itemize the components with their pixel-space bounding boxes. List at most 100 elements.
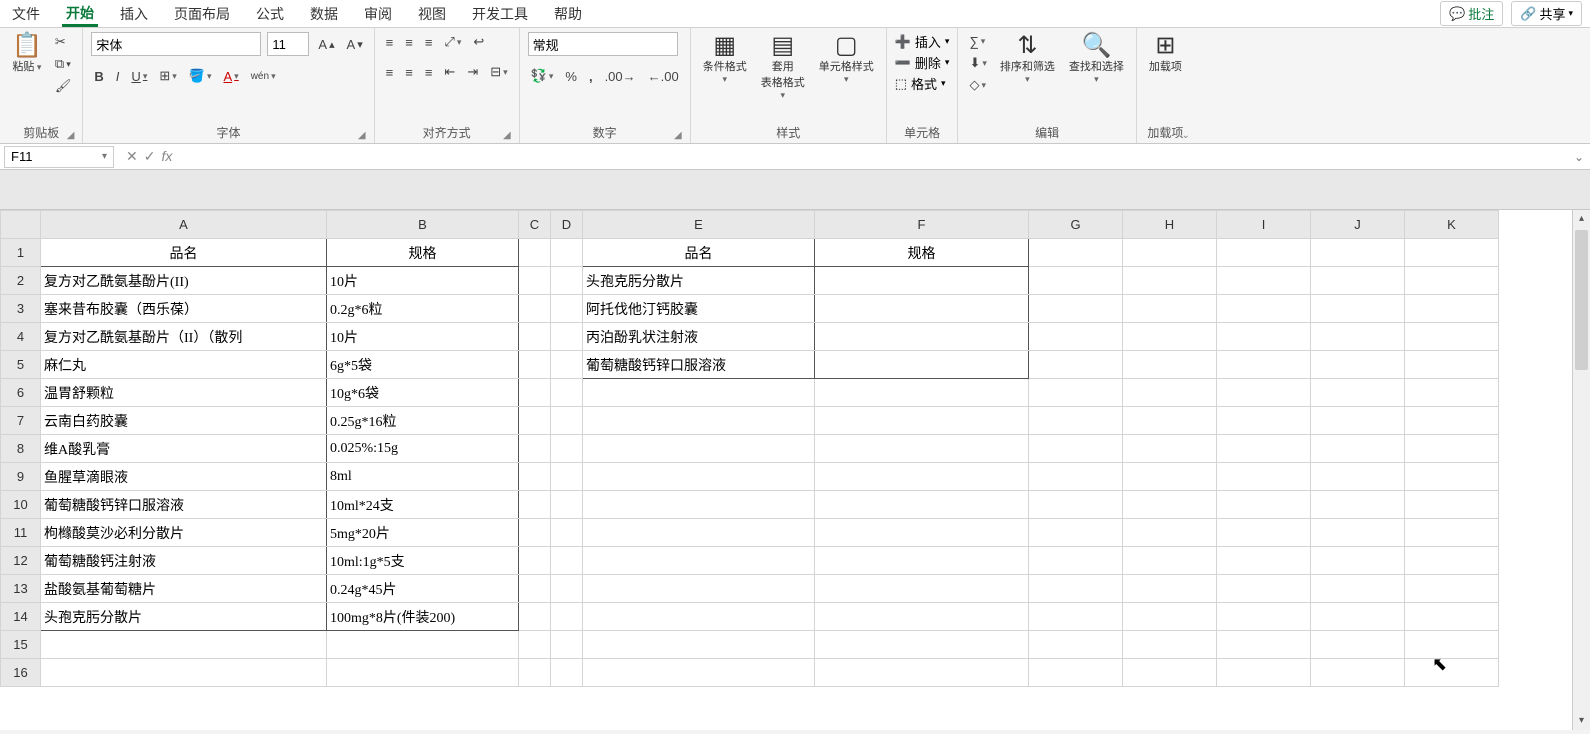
number-dialog-launcher[interactable]: ◢	[674, 130, 682, 141]
cell-B16[interactable]	[327, 659, 519, 687]
row-header-13[interactable]: 13	[1, 575, 41, 603]
comma-style-button[interactable]: ,	[586, 66, 596, 86]
cell-G12[interactable]	[1029, 547, 1123, 575]
insert-cells-button[interactable]: ➕插入▾	[895, 32, 950, 51]
cell-H10[interactable]	[1123, 491, 1217, 519]
cell-I2[interactable]	[1217, 267, 1311, 295]
menu-page-layout[interactable]: 页面布局	[170, 2, 234, 26]
cell-H11[interactable]	[1123, 519, 1217, 547]
cell-H12[interactable]	[1123, 547, 1217, 575]
cell-A15[interactable]	[41, 631, 327, 659]
cell-H16[interactable]	[1123, 659, 1217, 687]
cell-A12[interactable]: 葡萄糖酸钙注射液	[41, 547, 327, 575]
cell-C4[interactable]	[519, 323, 551, 351]
increase-decimal-button[interactable]: .00→	[602, 66, 639, 86]
cell-D7[interactable]	[551, 407, 583, 435]
font-dialog-launcher[interactable]: ◢	[358, 130, 366, 141]
cell-E16[interactable]	[583, 659, 815, 687]
copy-button[interactable]: ⧉▾	[52, 54, 75, 74]
cell-I4[interactable]	[1217, 323, 1311, 351]
align-top-button[interactable]: ≡	[383, 32, 397, 52]
font-size-combo[interactable]	[267, 32, 309, 56]
cell-C8[interactable]	[519, 435, 551, 463]
cell-I8[interactable]	[1217, 435, 1311, 463]
vertical-scrollbar[interactable]: ▴ ▾	[1572, 210, 1590, 730]
cell-F16[interactable]	[815, 659, 1029, 687]
row-header-10[interactable]: 10	[1, 491, 41, 519]
cell-D16[interactable]	[551, 659, 583, 687]
row-header-11[interactable]: 11	[1, 519, 41, 547]
cell-B3[interactable]: 0.2g*6粒	[327, 295, 519, 323]
font-color-button[interactable]: A	[221, 66, 242, 86]
cell-E10[interactable]	[583, 491, 815, 519]
cell-B13[interactable]: 0.24g*45片	[327, 575, 519, 603]
cell-I10[interactable]	[1217, 491, 1311, 519]
cell-G10[interactable]	[1029, 491, 1123, 519]
cell-F10[interactable]	[815, 491, 1029, 519]
row-header-12[interactable]: 12	[1, 547, 41, 575]
cell-F7[interactable]	[815, 407, 1029, 435]
row-header-9[interactable]: 9	[1, 463, 41, 491]
formula-input[interactable]	[180, 146, 1568, 168]
format-painter-button[interactable]: 🖌	[52, 76, 75, 96]
cell-I6[interactable]	[1217, 379, 1311, 407]
cell-H1[interactable]	[1123, 239, 1217, 267]
cell-E5[interactable]: 葡萄糖酸钙锌口服溶液	[583, 351, 815, 379]
cell-A8[interactable]: 维A酸乳膏	[41, 435, 327, 463]
cell-I14[interactable]	[1217, 603, 1311, 631]
cell-I16[interactable]	[1217, 659, 1311, 687]
col-header-K[interactable]: K	[1405, 211, 1499, 239]
cell-J10[interactable]	[1311, 491, 1405, 519]
cell-E13[interactable]	[583, 575, 815, 603]
cell-K12[interactable]	[1405, 547, 1499, 575]
percent-button[interactable]: %	[562, 66, 580, 86]
cell-D13[interactable]	[551, 575, 583, 603]
cell-D11[interactable]	[551, 519, 583, 547]
cell-F4[interactable]	[815, 323, 1029, 351]
row-header-7[interactable]: 7	[1, 407, 41, 435]
wrap-text-button[interactable]: ↩	[470, 32, 487, 52]
col-header-G[interactable]: G	[1029, 211, 1123, 239]
row-header-14[interactable]: 14	[1, 603, 41, 631]
scroll-thumb[interactable]	[1575, 230, 1588, 370]
cell-G9[interactable]	[1029, 463, 1123, 491]
cell-H9[interactable]	[1123, 463, 1217, 491]
cell-G2[interactable]	[1029, 267, 1123, 295]
increase-font-button[interactable]: A▴	[315, 35, 337, 54]
cell-J11[interactable]	[1311, 519, 1405, 547]
italic-button[interactable]: I	[113, 66, 123, 86]
row-header-3[interactable]: 3	[1, 295, 41, 323]
cell-F8[interactable]	[815, 435, 1029, 463]
align-middle-button[interactable]: ≡	[402, 32, 416, 52]
expand-formula-bar-button[interactable]: ⌄	[1568, 150, 1590, 164]
col-header-J[interactable]: J	[1311, 211, 1405, 239]
cell-F3[interactable]	[815, 295, 1029, 323]
cell-K4[interactable]	[1405, 323, 1499, 351]
cell-B8[interactable]: 0.025%:15g	[327, 435, 519, 463]
cell-J14[interactable]	[1311, 603, 1405, 631]
cell-F15[interactable]	[815, 631, 1029, 659]
cell-F5[interactable]	[815, 351, 1029, 379]
cell-K1[interactable]	[1405, 239, 1499, 267]
cell-B4[interactable]: 10片	[327, 323, 519, 351]
row-header-16[interactable]: 16	[1, 659, 41, 687]
align-center-button[interactable]: ≡	[402, 62, 416, 82]
col-header-E[interactable]: E	[583, 211, 815, 239]
cell-A1[interactable]: 品名	[41, 239, 327, 267]
cell-I3[interactable]	[1217, 295, 1311, 323]
find-select-button[interactable]: 🔍查找和选择	[1065, 32, 1128, 87]
cell-D12[interactable]	[551, 547, 583, 575]
number-format-combo[interactable]	[528, 32, 678, 56]
cell-J6[interactable]	[1311, 379, 1405, 407]
cell-A3[interactable]: 塞来昔布胶囊（西乐葆）	[41, 295, 327, 323]
cell-G8[interactable]	[1029, 435, 1123, 463]
row-header-4[interactable]: 4	[1, 323, 41, 351]
addins-button[interactable]: ⊞加载项	[1145, 32, 1186, 76]
cell-I1[interactable]	[1217, 239, 1311, 267]
cell-E11[interactable]	[583, 519, 815, 547]
cell-B9[interactable]: 8ml	[327, 463, 519, 491]
cell-C5[interactable]	[519, 351, 551, 379]
cell-I13[interactable]	[1217, 575, 1311, 603]
cell-C1[interactable]	[519, 239, 551, 267]
cell-J15[interactable]	[1311, 631, 1405, 659]
